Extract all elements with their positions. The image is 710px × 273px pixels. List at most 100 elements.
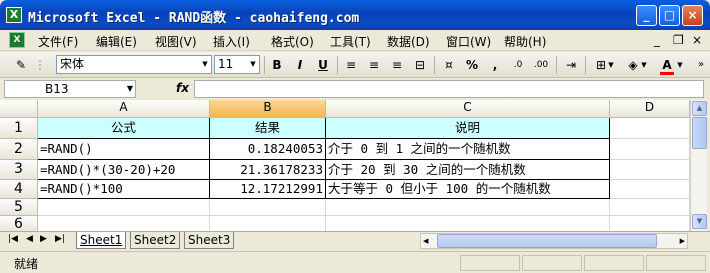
- comma-style-button[interactable]: ,: [486, 56, 504, 74]
- chevron-down-icon[interactable]: ▼: [676, 56, 684, 74]
- cell-d4[interactable]: [610, 180, 690, 199]
- workbook-icon[interactable]: X: [9, 32, 25, 48]
- font-size-select[interactable]: 11 ▼: [214, 55, 260, 74]
- next-sheet-icon[interactable]: ▶: [40, 234, 47, 244]
- percent-button[interactable]: %: [463, 56, 481, 74]
- scroll-right-icon[interactable]: ▶: [680, 234, 685, 248]
- chevron-down-icon[interactable]: ▼: [199, 56, 211, 73]
- align-center-icon[interactable]: ≡: [365, 56, 383, 74]
- italic-button[interactable]: I: [291, 56, 309, 74]
- vertical-scroll-thumb[interactable]: [692, 117, 707, 149]
- menu-tools[interactable]: 工具(T): [330, 33, 371, 50]
- menu-format[interactable]: 格式(O): [271, 33, 314, 50]
- cell-d3[interactable]: [610, 160, 690, 180]
- cell-c2[interactable]: 介于 0 到 1 之间的一个随机数: [326, 139, 610, 160]
- format-painter-icon[interactable]: ✎: [12, 56, 30, 74]
- minimize-button[interactable]: _: [636, 5, 657, 26]
- row-header-3[interactable]: 3: [0, 160, 38, 180]
- menu-help[interactable]: 帮助(H): [504, 33, 546, 50]
- align-right-icon[interactable]: ≡: [388, 56, 406, 74]
- excel-app-icon[interactable]: X: [6, 7, 22, 23]
- menu-window[interactable]: 窗口(W): [446, 33, 491, 50]
- cell-d5[interactable]: [610, 199, 690, 216]
- scroll-down-icon[interactable]: ▼: [692, 214, 707, 229]
- status-pane: [646, 255, 706, 271]
- sheet-tab-1[interactable]: Sheet1: [76, 232, 127, 249]
- formula-input[interactable]: [194, 80, 704, 98]
- toolbar-options-icon[interactable]: »: [692, 56, 710, 74]
- row-header-6[interactable]: 6: [0, 216, 38, 231]
- scroll-up-icon[interactable]: ▲: [692, 101, 707, 116]
- menu-view[interactable]: 视图(V): [155, 33, 197, 50]
- cell-c1[interactable]: 说明: [326, 118, 610, 139]
- column-header-c[interactable]: C: [326, 100, 610, 118]
- chevron-down-icon[interactable]: ▼: [127, 81, 133, 97]
- horizontal-scrollbar[interactable]: ◀ ▶: [420, 233, 688, 249]
- cell-d6[interactable]: [610, 216, 690, 231]
- cell-a6[interactable]: [38, 216, 210, 231]
- column-header-d[interactable]: D: [610, 100, 690, 118]
- vertical-scrollbar[interactable]: ▲ ▼: [690, 100, 707, 231]
- doc-minimize-button[interactable]: _: [654, 33, 660, 47]
- cell-b1[interactable]: 结果: [210, 118, 326, 139]
- column-header-b[interactable]: B: [210, 100, 326, 118]
- cell-a4[interactable]: =RAND()*100: [38, 180, 210, 199]
- font-name-select[interactable]: 宋体 ▼: [56, 55, 212, 74]
- cell-c5[interactable]: [326, 199, 610, 216]
- toolbar-separator: [585, 56, 586, 74]
- first-sheet-icon[interactable]: |◀: [8, 234, 18, 244]
- align-left-icon[interactable]: ≡: [342, 56, 360, 74]
- menu-edit[interactable]: 编辑(E): [96, 33, 137, 50]
- sheet-tab-2[interactable]: Sheet2: [130, 232, 181, 249]
- status-pane: [522, 255, 582, 271]
- fx-icon[interactable]: fx: [176, 81, 189, 95]
- cell-a5[interactable]: [38, 199, 210, 216]
- title-bar: X Microsoft Excel - RAND函数 - caohaifeng.…: [0, 0, 710, 30]
- cell-c6[interactable]: [326, 216, 610, 231]
- horizontal-scroll-thumb[interactable]: [437, 234, 657, 248]
- merge-center-icon[interactable]: ⊟: [411, 56, 429, 74]
- row-header-1[interactable]: 1: [0, 118, 38, 139]
- cell-b6[interactable]: [210, 216, 326, 231]
- status-pane: [460, 255, 520, 271]
- doc-close-button[interactable]: ×: [692, 33, 702, 47]
- select-all-corner[interactable]: [0, 100, 38, 118]
- chevron-down-icon[interactable]: ▼: [247, 56, 259, 73]
- row-header-4[interactable]: 4: [0, 180, 38, 199]
- scroll-left-icon[interactable]: ◀: [423, 234, 428, 248]
- sheet-tab-3[interactable]: Sheet3: [184, 232, 235, 249]
- cell-c4[interactable]: 大于等于 0 但小于 100 的一个随机数: [326, 180, 610, 199]
- toolbar-separator: [264, 56, 265, 74]
- name-box[interactable]: B13 ▼: [4, 80, 136, 98]
- last-sheet-icon[interactable]: ▶|: [55, 234, 65, 244]
- increase-decimal-icon[interactable]: .0: [509, 56, 527, 74]
- spreadsheet-grid[interactable]: A B C D 1 2 3 4 5 6 公式 结果 说明 =RAND() 0.1…: [0, 100, 690, 231]
- cell-b2[interactable]: 0.18240053: [210, 139, 326, 160]
- maximize-button[interactable]: □: [659, 5, 680, 26]
- menu-data[interactable]: 数据(D): [387, 33, 430, 50]
- cell-a1[interactable]: 公式: [38, 118, 210, 139]
- menu-file[interactable]: 文件(F): [38, 33, 78, 50]
- column-header-a[interactable]: A: [38, 100, 210, 118]
- decrease-decimal-icon[interactable]: .00: [532, 56, 550, 74]
- cell-d2[interactable]: [610, 139, 690, 160]
- prev-sheet-icon[interactable]: ◀: [26, 234, 33, 244]
- cell-b4[interactable]: 12.17212991: [210, 180, 326, 199]
- menu-insert[interactable]: 插入(I): [213, 33, 250, 50]
- close-button[interactable]: ×: [682, 5, 703, 26]
- bold-button[interactable]: B: [268, 56, 286, 74]
- row-header-5[interactable]: 5: [0, 199, 38, 216]
- cell-c3[interactable]: 介于 20 到 30 之间的一个随机数: [326, 160, 610, 180]
- cell-b3[interactable]: 21.36178233: [210, 160, 326, 180]
- chevron-down-icon[interactable]: ▼: [607, 56, 615, 74]
- cell-a3[interactable]: =RAND()*(30-20)+20: [38, 160, 210, 180]
- chevron-down-icon[interactable]: ▼: [640, 56, 648, 74]
- row-header-2[interactable]: 2: [0, 139, 38, 160]
- underline-button[interactable]: U: [314, 56, 332, 74]
- doc-restore-button[interactable]: ❐: [673, 33, 684, 47]
- cell-d1[interactable]: [610, 118, 690, 139]
- currency-icon[interactable]: ¤: [440, 56, 458, 74]
- cell-a2[interactable]: =RAND(): [38, 139, 210, 160]
- indent-icon[interactable]: ⇥: [562, 56, 580, 74]
- cell-b5[interactable]: [210, 199, 326, 216]
